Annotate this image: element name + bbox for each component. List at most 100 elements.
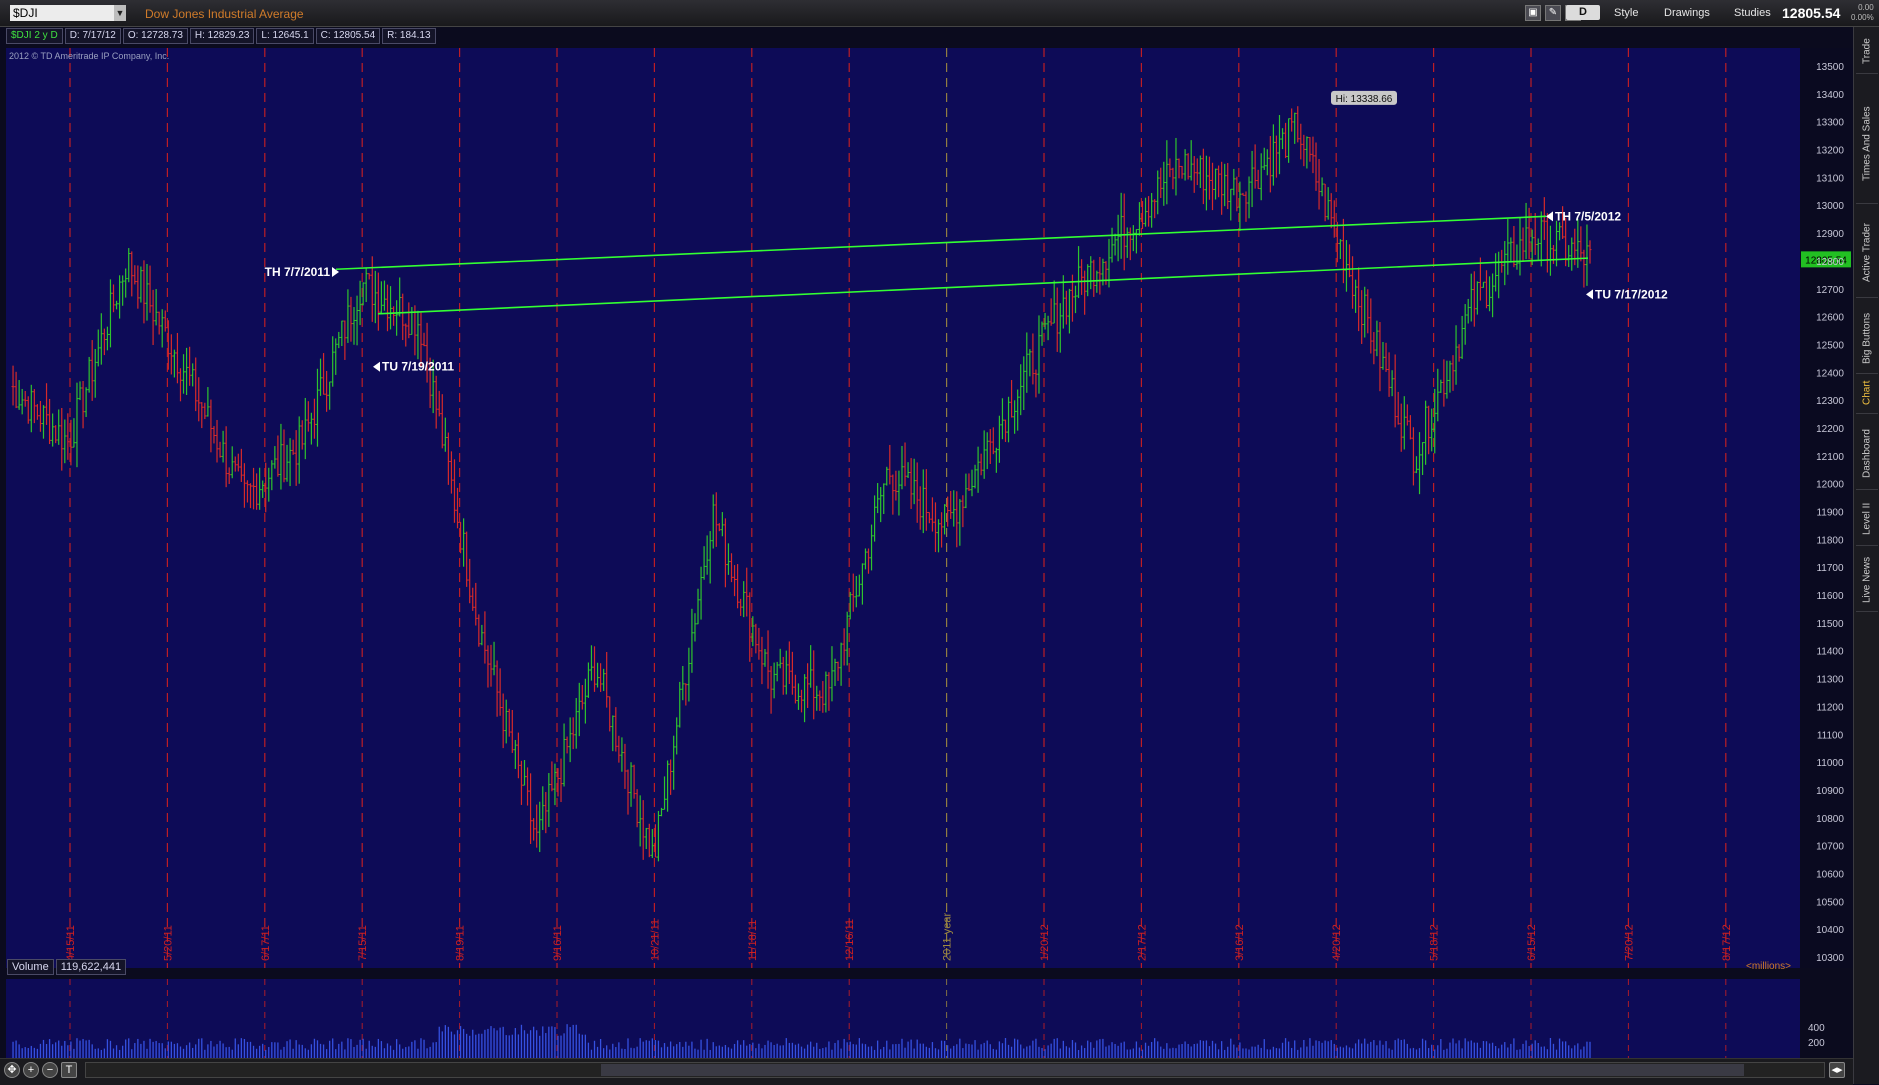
layout-icon[interactable]: ▣ — [1525, 5, 1541, 21]
date-label: 4/20/12 — [1331, 924, 1343, 961]
y-tick-label: 11000 — [1816, 758, 1844, 769]
annotation-label: TH 7/5/2012 — [1555, 209, 1621, 223]
change-value: 0.00 — [1858, 3, 1874, 12]
low-value: L: 12645.1 — [256, 28, 314, 44]
y-tick-label: 12900 — [1816, 229, 1844, 240]
date-label: 8/19/11 — [455, 925, 467, 961]
text-tool-icon[interactable]: T — [61, 1062, 77, 1078]
y-tick-label: 12000 — [1816, 480, 1844, 491]
y-tick-label: 11300 — [1816, 675, 1844, 686]
change-percent: 0.00% — [1851, 13, 1874, 22]
volume-value: 119,622,441 — [55, 959, 127, 975]
date-label: 8/17/12 — [1721, 924, 1733, 961]
style-button[interactable]: Style — [1610, 4, 1642, 22]
volume-tick-label: 400 — [1808, 1023, 1825, 1034]
wrench-icon[interactable]: ✎ — [1545, 5, 1561, 21]
close-value: C: 12805.54 — [315, 28, 381, 44]
y-tick-label: 11700 — [1816, 563, 1844, 574]
tab-dashboard[interactable]: Dashboard — [1856, 419, 1878, 490]
date-label: 6/15/12 — [1526, 924, 1538, 961]
date-label: 2011 year — [942, 913, 954, 961]
date-label: 12/16/11 — [844, 919, 856, 961]
y-tick-label: 10900 — [1816, 786, 1844, 797]
tab-trade[interactable]: Trade — [1856, 29, 1878, 74]
y-tick-label: 12600 — [1816, 313, 1844, 324]
zoom-in-icon[interactable]: + — [23, 1062, 39, 1078]
y-tick-label: 10300 — [1816, 953, 1844, 964]
high-value: H: 12829.23 — [189, 28, 255, 44]
date-label: 9/16/11 — [552, 925, 564, 961]
toolbar: $DJI ▼ Dow Jones Industrial Average ▣ ✎ … — [0, 0, 1879, 27]
y-tick-label: 11800 — [1816, 535, 1844, 546]
y-tick-label: 10800 — [1816, 814, 1844, 825]
y-tick-label: 12400 — [1816, 368, 1844, 379]
tab-chart[interactable]: Chart — [1856, 373, 1878, 414]
tab-times-and-sales[interactable]: Times And Sales — [1856, 85, 1878, 204]
date-label: 5/18/12 — [1429, 924, 1441, 961]
symbol-description: Dow Jones Industrial Average — [145, 7, 304, 21]
y-tick-label: 10500 — [1816, 897, 1844, 908]
date-value: D: 7/17/12 — [64, 28, 121, 44]
y-tick-label: 11600 — [1816, 591, 1844, 602]
scroll-arrows-icon[interactable]: ◂▸ — [1829, 1062, 1845, 1078]
price-change: 0.00 0.00% — [1851, 3, 1874, 23]
volume-units: <millions> — [1746, 961, 1792, 972]
volume-legend: Volume 119,622,441 — [7, 959, 127, 975]
y-tick-label: 10400 — [1816, 925, 1844, 936]
copyright: 2012 © TD Ameritrade IP Company, Inc. — [9, 51, 170, 61]
date-label: 4/15/11 — [65, 925, 77, 961]
date-label: 3/16/12 — [1234, 924, 1246, 961]
y-tick-label: 13000 — [1816, 201, 1844, 212]
period-badge[interactable]: D — [1566, 5, 1600, 20]
high-label: Hi: 13338.66 — [1336, 94, 1393, 105]
date-label: 5/20/11 — [162, 925, 174, 961]
y-tick-label: 12700 — [1816, 285, 1844, 296]
y-tick-label: 13300 — [1816, 118, 1844, 129]
open-value: O: 12728.73 — [122, 28, 188, 44]
y-tick-label: 13100 — [1816, 173, 1844, 184]
y-tick-label: 11100 — [1817, 730, 1844, 741]
annotation-label: TH 7/7/2011 — [265, 265, 331, 279]
drawings-button[interactable]: Drawings — [1660, 4, 1714, 22]
y-tick-label: 11500 — [1816, 619, 1844, 630]
symbol-period[interactable]: $DJI 2 y D — [6, 28, 63, 44]
annotation-label: TU 7/19/2011 — [382, 360, 454, 374]
pan-icon[interactable]: ✥ — [4, 1062, 20, 1078]
date-label: 7/15/11 — [357, 925, 369, 961]
y-tick-label: 13400 — [1816, 90, 1844, 101]
date-label: 6/17/11 — [260, 925, 272, 961]
scroll-thumb[interactable] — [601, 1064, 1744, 1076]
y-tick-label: 11900 — [1816, 508, 1844, 519]
zoom-out-icon[interactable]: − — [42, 1062, 58, 1078]
y-tick-label: 13200 — [1816, 146, 1844, 157]
y-tick-label: 12500 — [1816, 340, 1844, 351]
volume-tick-label: 200 — [1808, 1038, 1825, 1049]
price-chart[interactable]: TH 7/7/2011 TU 7/19/2011 TH 7/5/2012 TU 7/1… — [0, 26, 1853, 1058]
y-tick-label: 12100 — [1816, 452, 1844, 463]
symbol-input[interactable]: $DJI — [10, 5, 126, 21]
y-tick-label: 10700 — [1816, 842, 1844, 853]
ohlc-strip: $DJI 2 y D D: 7/17/12 O: 12728.73 H: 128… — [6, 28, 436, 44]
symbol-dropdown-icon[interactable]: ▼ — [114, 5, 126, 21]
tab-level-ii[interactable]: Level II — [1856, 493, 1878, 546]
y-tick-label: 12200 — [1816, 424, 1844, 435]
date-label: 10/21/11 — [649, 919, 661, 961]
date-label: 11/18/11 — [747, 920, 759, 961]
time-scrollbar[interactable] — [85, 1062, 1825, 1078]
side-tabs: Trade Times And Sales Active Trader Big … — [1853, 27, 1879, 1084]
date-label: 2/17/12 — [1136, 924, 1148, 961]
y-tick-label: 13500 — [1816, 62, 1844, 73]
range-value: R: 184.13 — [382, 28, 436, 44]
tab-live-news[interactable]: Live News — [1856, 549, 1878, 612]
annotation-label: TU 7/17/2012 — [1595, 287, 1668, 301]
tab-active-trader[interactable]: Active Trader — [1856, 209, 1878, 298]
y-tick-label: 11400 — [1816, 647, 1844, 658]
date-label: 7/20/12 — [1623, 924, 1635, 961]
y-tick-label: 12800 — [1816, 257, 1844, 268]
y-tick-label: 11200 — [1816, 702, 1844, 713]
y-tick-label: 10600 — [1816, 869, 1844, 880]
date-label: 1/20/12 — [1039, 924, 1051, 961]
studies-button[interactable]: Studies — [1730, 4, 1775, 22]
tab-big-buttons[interactable]: Big Buttons — [1856, 303, 1878, 374]
volume-label: Volume — [7, 959, 54, 975]
